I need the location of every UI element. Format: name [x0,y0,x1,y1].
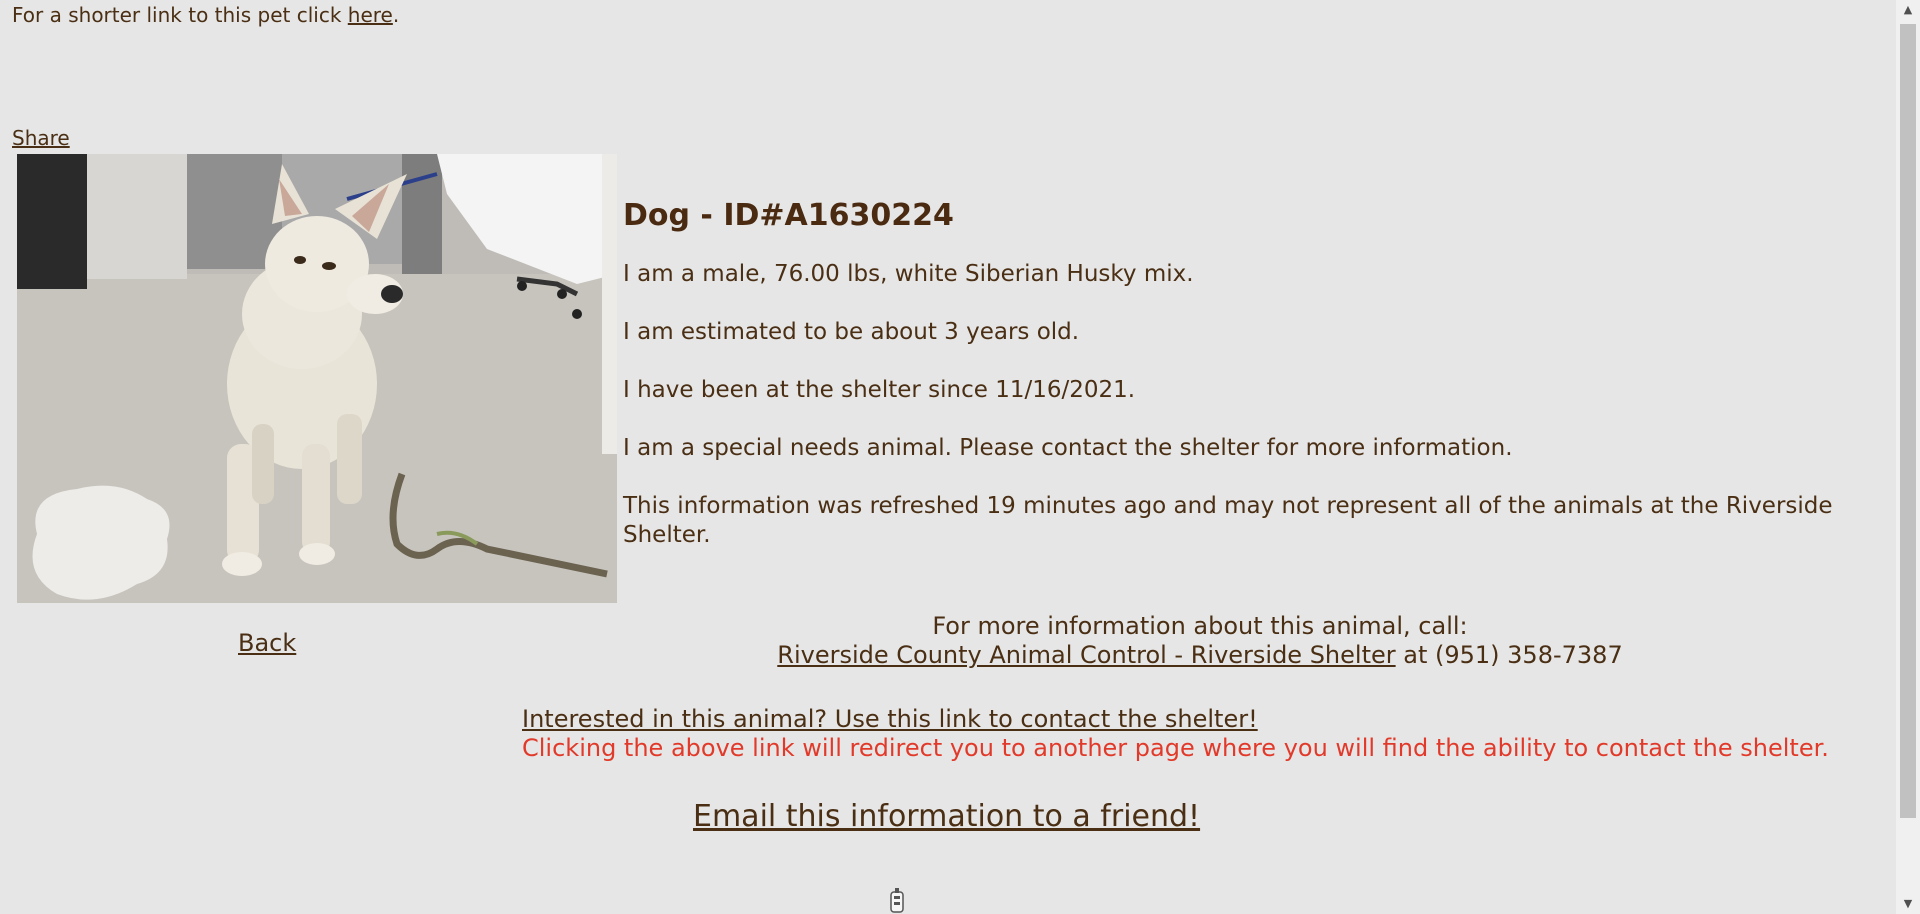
refresh-note: This information was refreshed 19 minute… [623,493,1833,548]
contact-shelter-link[interactable]: Interested in this animal? Use this link… [522,705,1258,733]
redirect-note: Clicking the above link will redirect yo… [522,734,1829,762]
pet-detail-page: For a shorter link to this pet click her… [0,0,1920,914]
email-container: Email this information to a friend! [693,797,1200,837]
scroll-up-arrow-icon[interactable]: ▲ [1896,0,1920,20]
short-link-here[interactable]: here [348,3,393,27]
share-container: Share [12,125,70,151]
animal-description: I am a male, 76.00 lbs, white Siberian H… [623,261,1194,287]
shelter-link[interactable]: Riverside County Animal Control - Rivers… [777,641,1395,669]
share-widget-icon[interactable] [888,888,906,914]
interest-section: Interested in this animal? Use this link… [522,705,1829,763]
shelter-phone: at (951) 358-7387 [1395,641,1623,669]
animal-age: I am estimated to be about 3 years old. [623,319,1080,345]
vertical-scrollbar[interactable]: ▲ ▼ [1896,0,1920,914]
short-link-line: For a shorter link to this pet click her… [12,2,399,28]
animal-intake-date: I have been at the shelter since 11/16/2… [623,377,1136,403]
back-container: Back [238,628,296,658]
animal-title: Dog - ID#A1630224 [623,198,954,233]
share-link[interactable]: Share [12,126,70,150]
back-link[interactable]: Back [238,629,296,657]
pet-photo [17,154,617,603]
scroll-thumb[interactable] [1900,24,1916,818]
short-link-prefix: For a shorter link to this pet click [12,3,348,27]
short-link-suffix: . [392,3,400,27]
animal-details: Dog - ID#A1630224 I am a male, 76.00 lbs… [623,196,1863,579]
email-friend-link[interactable]: Email this information to a friend! [693,799,1200,834]
contact-line: Riverside County Animal Control - Rivers… [500,641,1900,670]
special-needs-note: I am a special needs animal. Please cont… [623,435,1513,461]
contact-intro: For more information about this animal, … [932,612,1468,640]
scroll-down-arrow-icon[interactable]: ▼ [1896,894,1920,914]
contact-info: For more information about this animal, … [500,612,1900,670]
